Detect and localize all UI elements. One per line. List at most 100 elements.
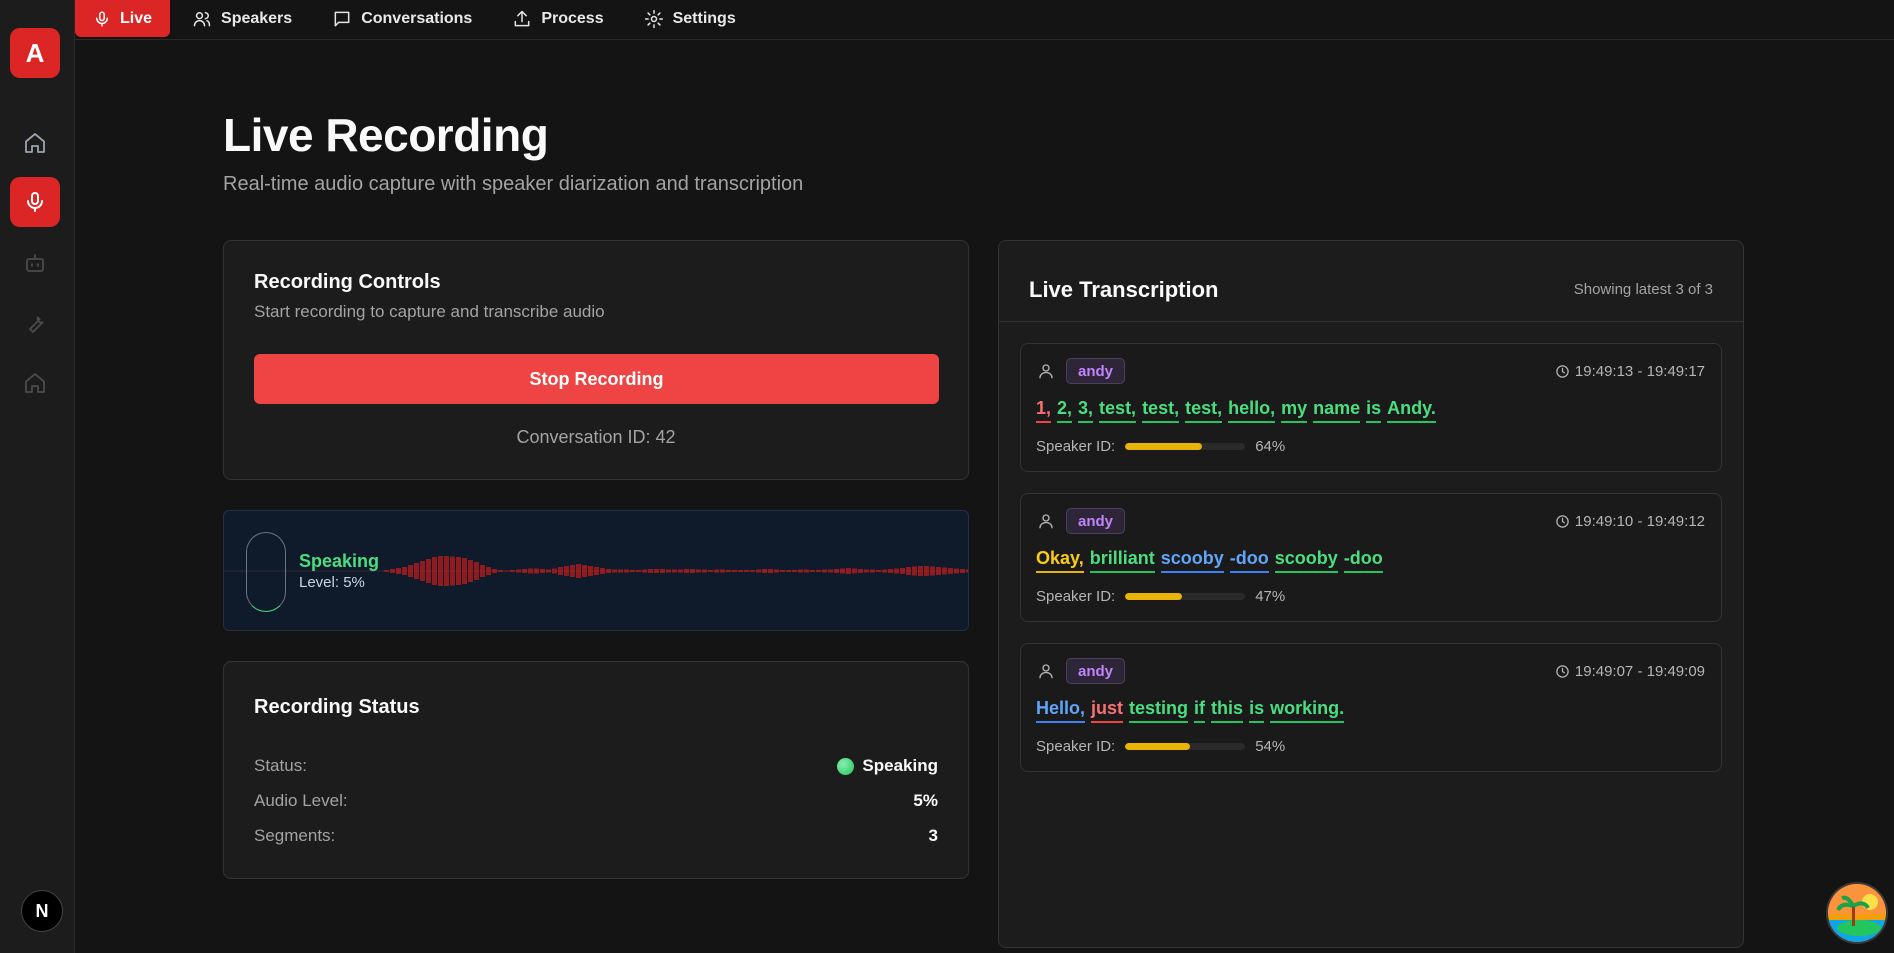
waveform-bar: [774, 569, 779, 573]
transcript-word[interactable]: is: [1249, 698, 1265, 723]
transcript-word[interactable]: -doo: [1229, 548, 1269, 573]
segment-time-text: 19:49:13 - 19:49:17: [1574, 363, 1705, 380]
waveform-bar: [600, 568, 605, 574]
tab-conversations[interactable]: Conversations: [314, 0, 490, 37]
waveform-bar: [864, 569, 869, 573]
transcript-word[interactable]: 3,: [1078, 398, 1094, 423]
transcript-word[interactable]: this: [1211, 698, 1244, 723]
level-readout: Level: 5%: [299, 574, 365, 591]
transcript-word[interactable]: is: [1366, 398, 1382, 423]
microphone-icon: [96, 11, 108, 26]
waveform-bar: [492, 569, 497, 573]
transcript-word[interactable]: if: [1194, 698, 1206, 723]
transcript-word[interactable]: scooby: [1160, 548, 1224, 573]
speaker-badge[interactable]: andy: [1066, 508, 1126, 534]
waveform-bar: [390, 569, 395, 573]
beach-avatar-icon: [1828, 884, 1886, 942]
app-logo[interactable]: A: [10, 28, 60, 78]
confidence-bar: [1125, 443, 1246, 450]
transcript-word[interactable]: test,: [1185, 398, 1223, 423]
transcript-word[interactable]: test,: [1142, 398, 1180, 423]
waveform-bar: [684, 569, 689, 573]
sidebar-tools-button[interactable]: [10, 298, 60, 348]
waveform-bar: [840, 568, 845, 574]
transcription-header: Live Transcription Showing latest 3 of 3: [999, 241, 1743, 322]
segment-text: Hello, just testing if this is working.: [1036, 698, 1345, 723]
transcript-word[interactable]: brilliant: [1089, 548, 1155, 573]
waveform-bar: [546, 569, 551, 573]
waveform-bar: [792, 570, 797, 572]
home-icon: [25, 133, 45, 153]
waveform-bar: [534, 568, 539, 574]
speaker-id-label: Speaker ID:: [1036, 588, 1116, 605]
waveform-bar: [696, 569, 701, 573]
sidebar-live-button[interactable]: [10, 177, 60, 227]
transcript-word[interactable]: -doo: [1343, 548, 1383, 573]
waveform-bar: [882, 569, 887, 573]
waveform-bar: [540, 569, 545, 573]
waveform-bar: [924, 566, 929, 576]
transcript-word[interactable]: scooby: [1274, 548, 1338, 573]
transcript-word[interactable]: testing: [1129, 698, 1189, 723]
waveform-bar: [786, 570, 791, 572]
waveform-bar: [822, 569, 827, 573]
speaker-id-row: Speaker ID: 54%: [1036, 738, 1285, 755]
waveform-bar: [528, 568, 533, 574]
waveform-bar: [906, 567, 911, 575]
waveform-bar: [858, 569, 863, 573]
waveform-bar: [432, 557, 437, 585]
tab-live[interactable]: Live: [75, 0, 171, 37]
waveform-bar: [720, 569, 725, 573]
gear-icon: [644, 9, 663, 28]
transcript-word[interactable]: my: [1281, 398, 1308, 423]
waveform-bar: [762, 569, 767, 573]
status-value: Speaking: [837, 756, 938, 776]
transcript-word[interactable]: Okay,: [1036, 548, 1084, 573]
transcript-word[interactable]: 1,: [1036, 398, 1052, 423]
confidence-bar-fill: [1125, 593, 1182, 600]
tab-label: Speakers: [221, 9, 293, 27]
waveform-bar: [732, 570, 737, 572]
waveform-bar: [450, 556, 455, 586]
user-avatar[interactable]: [1826, 882, 1888, 944]
confidence-value: 64%: [1255, 438, 1286, 455]
tab-process[interactable]: Process: [494, 0, 621, 37]
waveform-bar: [672, 569, 677, 573]
transcript-word[interactable]: test,: [1099, 398, 1137, 423]
waveform-bar: [744, 570, 749, 572]
transcript-word[interactable]: just: [1091, 698, 1124, 723]
waveform-bar: [510, 570, 515, 572]
segment-time: 19:49:10 - 19:49:12: [1555, 513, 1705, 530]
transcript-word[interactable]: 2,: [1057, 398, 1073, 423]
confidence-bar-fill: [1125, 743, 1191, 750]
home-icon: [25, 373, 45, 393]
page-title: Live Recording: [223, 109, 549, 161]
transcript-word[interactable]: working.: [1270, 698, 1345, 723]
sidebar-bot-button[interactable]: [10, 238, 60, 288]
confidence-bar: [1125, 743, 1246, 750]
speaker-badge[interactable]: andy: [1066, 658, 1126, 684]
sidebar-home-button[interactable]: [10, 118, 60, 168]
transcript-segment: andy 19:49:13 - 19:49:17 1, 2, 3, test, test…: [1020, 343, 1722, 472]
transcript-word[interactable]: Hello,: [1036, 698, 1086, 723]
speaker-id-row: Speaker ID: 64%: [1036, 438, 1285, 455]
transcript-word[interactable]: Andy.: [1387, 398, 1436, 423]
framework-badge[interactable]: N: [21, 890, 63, 932]
sidebar-home-secondary-button[interactable]: [10, 358, 60, 408]
recording-status-card: Recording Status Status: Speaking Audio …: [223, 661, 969, 879]
transcript-word[interactable]: name: [1313, 398, 1361, 423]
waveform-bar: [384, 570, 389, 572]
waveform-bar: [576, 564, 581, 578]
segment-text: Okay, brilliant scooby -doo scooby -doo: [1036, 548, 1383, 573]
waveform-bar: [678, 569, 683, 573]
person-icon: [1039, 364, 1053, 379]
tab-settings[interactable]: Settings: [626, 0, 754, 37]
transcription-title: Live Transcription: [1029, 277, 1219, 302]
stop-recording-button[interactable]: Stop Recording: [254, 354, 939, 404]
speaker-badge[interactable]: andy: [1066, 358, 1126, 384]
transcription-count: Showing latest 3 of 3: [1573, 281, 1713, 298]
tab-speakers[interactable]: Speakers: [174, 0, 310, 37]
transcript-segment: andy 19:49:10 - 19:49:12 Okay, brilliant s…: [1020, 493, 1722, 622]
microphone-icon: [27, 192, 43, 212]
transcript-word[interactable]: hello,: [1228, 398, 1276, 423]
